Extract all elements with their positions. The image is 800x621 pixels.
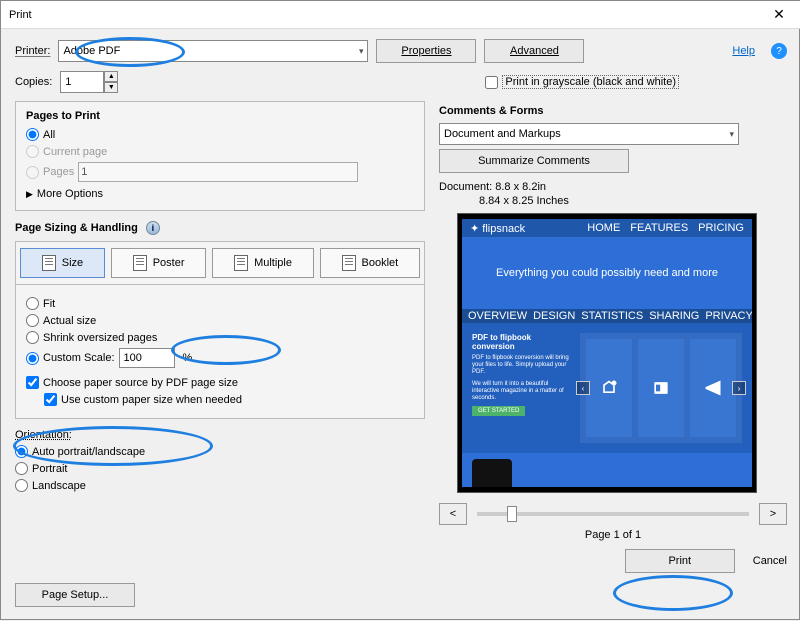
chevron-down-icon: ▾ bbox=[359, 46, 364, 57]
size-icon bbox=[42, 255, 56, 271]
slider-thumb[interactable] bbox=[507, 506, 517, 522]
custom-scale-radio[interactable]: Custom Scale: % bbox=[26, 348, 414, 368]
summarize-comments-button[interactable]: Summarize Comments bbox=[439, 149, 629, 173]
shrink-radio[interactable]: Shrink oversized pages bbox=[26, 331, 414, 344]
pages-range-radio[interactable]: Pages bbox=[26, 162, 414, 182]
printer-label: Printer: bbox=[15, 45, 50, 57]
print-button[interactable]: Print bbox=[625, 549, 735, 573]
close-icon[interactable]: ✕ bbox=[765, 6, 793, 23]
preview-next-button[interactable]: > bbox=[759, 503, 787, 525]
paper-source-checkbox[interactable]: Choose paper source by PDF page size bbox=[26, 376, 414, 389]
orientation-auto-radio[interactable]: Auto portrait/landscape bbox=[15, 445, 425, 458]
tab-multiple[interactable]: Multiple bbox=[212, 248, 313, 278]
preview-cta: GET STARTED bbox=[472, 406, 525, 416]
booklet-icon bbox=[342, 255, 356, 271]
tab-poster[interactable]: Poster bbox=[111, 248, 206, 278]
custom-paper-checkbox[interactable]: Use custom paper size when needed bbox=[44, 393, 414, 406]
copies-input[interactable] bbox=[60, 71, 104, 93]
grayscale-checkbox[interactable]: Print in grayscale (black and white) bbox=[485, 75, 679, 89]
orientation-group: Orientation: Auto portrait/landscape Por… bbox=[15, 429, 425, 492]
help-icon[interactable]: ? bbox=[771, 43, 787, 59]
tab-booklet[interactable]: Booklet bbox=[320, 248, 420, 278]
chevron-down-icon: ▾ bbox=[729, 129, 734, 140]
actual-size-radio[interactable]: Actual size bbox=[26, 314, 414, 327]
sizing-tabs: Size Poster Multiple Booklet bbox=[15, 241, 425, 285]
printer-select-value: Adobe PDF bbox=[63, 45, 120, 57]
comments-select[interactable]: Document and Markups ▾ bbox=[439, 123, 739, 145]
more-options-toggle[interactable]: ▶ More Options bbox=[26, 188, 414, 200]
page-count-label: Page 1 of 1 bbox=[439, 529, 787, 541]
orientation-portrait-radio[interactable]: Portrait bbox=[15, 462, 425, 475]
pages-current-radio[interactable]: Current page bbox=[26, 145, 414, 158]
custom-scale-input[interactable] bbox=[119, 348, 175, 368]
pages-to-print-group: Pages to Print All Current page Pages ▶ … bbox=[15, 101, 425, 211]
grayscale-label: Print in grayscale (black and white) bbox=[502, 75, 679, 89]
help-link[interactable]: Help bbox=[732, 45, 755, 57]
print-preview: ✦ flipsnackHOMEFEATURESPRICING Everythin… bbox=[457, 213, 757, 493]
orientation-title: Orientation: bbox=[15, 429, 425, 441]
percent-label: % bbox=[183, 352, 193, 364]
cancel-button[interactable]: Cancel bbox=[753, 555, 787, 567]
properties-button[interactable]: Properties bbox=[376, 39, 476, 63]
zoom-slider[interactable] bbox=[477, 512, 749, 516]
comments-title: Comments & Forms bbox=[439, 105, 787, 117]
pages-all-radio[interactable]: All bbox=[26, 128, 414, 141]
pages-title: Pages to Print bbox=[26, 110, 414, 122]
preview-prev-button[interactable]: < bbox=[439, 503, 467, 525]
pages-range-input[interactable] bbox=[78, 162, 358, 182]
window-title: Print bbox=[9, 9, 765, 21]
triangle-right-icon: ▶ bbox=[26, 189, 33, 200]
sizing-body: Fit Actual size Shrink oversized pages C… bbox=[15, 285, 425, 419]
fit-radio[interactable]: Fit bbox=[26, 297, 414, 310]
preview-arrow-left-icon: ‹ bbox=[576, 381, 590, 395]
sizing-title: Page Sizing & Handling bbox=[15, 222, 138, 234]
copies-spin-down[interactable]: ▼ bbox=[104, 82, 118, 93]
advanced-button[interactable]: Advanced bbox=[484, 39, 584, 63]
document-dimensions: Document: 8.8 x 8.2in bbox=[439, 181, 787, 193]
page-setup-button[interactable]: Page Setup... bbox=[15, 583, 135, 607]
poster-icon bbox=[133, 255, 147, 271]
preview-document: ✦ flipsnackHOMEFEATURESPRICING Everythin… bbox=[462, 219, 752, 487]
preview-arrow-right-icon: › bbox=[732, 381, 746, 395]
printer-select[interactable]: Adobe PDF ▾ bbox=[58, 40, 368, 62]
preview-hero: Everything you could possibly need and m… bbox=[462, 237, 752, 309]
orientation-landscape-radio[interactable]: Landscape bbox=[15, 479, 425, 492]
info-icon[interactable]: i bbox=[146, 221, 160, 235]
copies-label: Copies: bbox=[15, 76, 52, 88]
multiple-icon bbox=[234, 255, 248, 271]
grayscale-checkbox-input[interactable] bbox=[485, 76, 498, 89]
tab-size[interactable]: Size bbox=[20, 248, 105, 278]
page-dimensions: 8.84 x 8.25 Inches bbox=[479, 195, 787, 207]
copies-spin-up[interactable]: ▲ bbox=[104, 71, 118, 82]
